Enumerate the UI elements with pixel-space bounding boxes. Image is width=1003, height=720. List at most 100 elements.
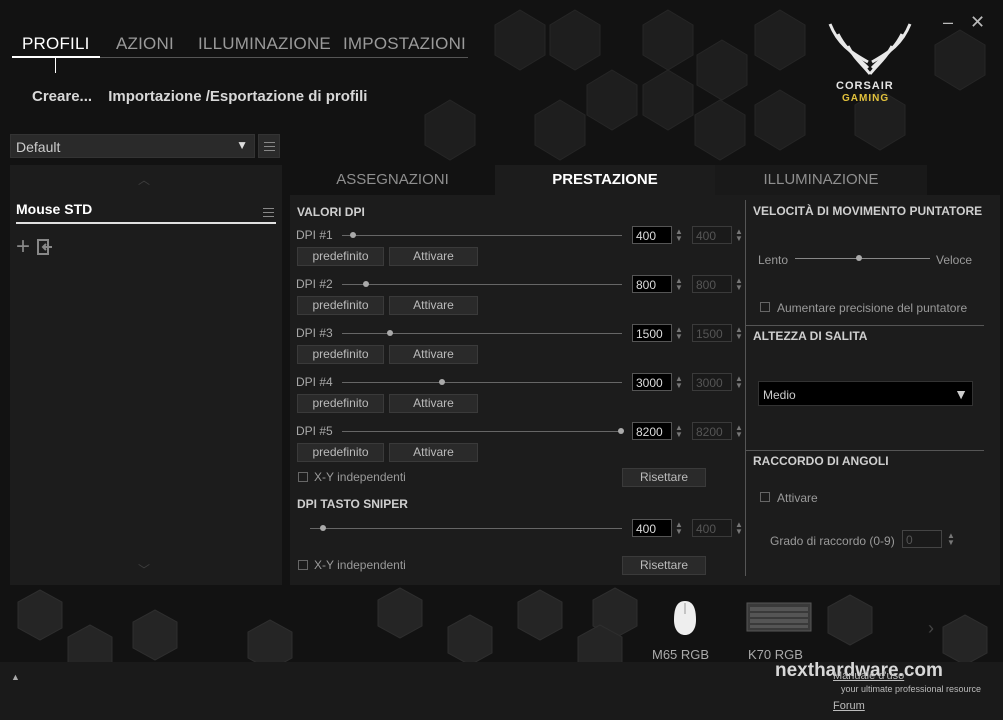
item-menu-icon[interactable] xyxy=(263,208,274,209)
dropdown-arrow-icon: ▼ xyxy=(236,138,248,152)
dpi-slider-knob[interactable] xyxy=(618,428,624,434)
import-export-link[interactable]: Importazione /Esportazione di profili xyxy=(108,88,367,105)
minimize-button[interactable]: – xyxy=(943,12,953,33)
dpi-slider-knob[interactable] xyxy=(363,281,369,287)
dpi-activate-button[interactable]: Attivare xyxy=(389,394,478,413)
dpi-x-stepper-icon[interactable]: ▲ ▼ xyxy=(675,326,683,341)
dpi-slider-track[interactable] xyxy=(342,382,622,383)
scroll-up-chevron-icon[interactable]: ︿ xyxy=(138,171,150,188)
tab-profili[interactable]: PROFILI xyxy=(22,34,90,54)
dpi-y-input: 800 xyxy=(692,275,732,293)
pointer-slow-label: Lento xyxy=(758,253,789,267)
dropdown-arrow-icon: ▼ xyxy=(954,386,968,402)
keyboard-device-icon[interactable] xyxy=(746,602,812,632)
close-button[interactable]: ✕ xyxy=(970,12,985,33)
dpi-default-button[interactable]: predefinito xyxy=(297,394,384,413)
dpi-slider-track[interactable] xyxy=(342,333,622,334)
import-icon[interactable] xyxy=(37,239,53,255)
sniper-xy-checkbox[interactable] xyxy=(298,560,308,570)
pointer-precision-label: Aumentare precisione del puntatore xyxy=(777,301,968,315)
dpi-x-stepper-icon[interactable]: ▲ ▼ xyxy=(675,424,683,439)
dpi-level-label: DPI #5 xyxy=(296,424,333,438)
dpi-slider-track[interactable] xyxy=(342,235,622,236)
angle-degree-input[interactable]: 0 xyxy=(902,530,942,548)
dpi-default-button[interactable]: predefinito xyxy=(297,247,384,266)
manual-link[interactable]: Manuale d'uso xyxy=(833,670,904,682)
device-item-mouse-std[interactable]: Mouse STD xyxy=(16,200,276,224)
sniper-slider-knob[interactable] xyxy=(320,525,326,531)
dpi-x-input[interactable]: 1500 xyxy=(632,324,672,342)
dpi-default-button[interactable]: predefinito xyxy=(297,345,384,364)
dpi-activate-button[interactable]: Attivare xyxy=(389,345,478,364)
dpi-y-stepper-icon: ▲ ▼ xyxy=(735,325,743,341)
create-profile-link[interactable]: Creare... xyxy=(32,88,92,105)
scroll-down-chevron-icon[interactable]: ﹀ xyxy=(138,561,150,578)
logo-text-corsair: CORSAIR xyxy=(836,80,894,92)
item-menu-icon-line xyxy=(263,216,274,217)
section-divider xyxy=(746,325,984,326)
tab-prestazione[interactable]: PRESTAZIONE xyxy=(495,165,715,195)
tab-illuminazione-device[interactable]: ILLUMINAZIONE xyxy=(715,165,927,195)
dpi-values-title: VALORI DPI xyxy=(297,205,365,219)
pointer-speed-knob[interactable] xyxy=(856,255,862,261)
dpi-x-input[interactable]: 400 xyxy=(632,226,672,244)
sniper-x-stepper-icon[interactable]: ▲ ▼ xyxy=(675,521,683,536)
dpi-default-button[interactable]: predefinito xyxy=(297,443,384,462)
dpi-y-input: 400 xyxy=(692,226,732,244)
dpi-x-input[interactable]: 3000 xyxy=(632,373,672,391)
dpi-x-stepper-icon[interactable]: ▲ ▼ xyxy=(675,277,683,292)
dpi-slider-track[interactable] xyxy=(342,284,622,285)
menu-icon-line xyxy=(264,150,275,151)
sniper-xy-label: X-Y independenti xyxy=(314,558,406,572)
pointer-precision-checkbox[interactable] xyxy=(760,302,770,312)
next-device-arrow-icon[interactable]: › xyxy=(928,618,934,639)
dpi-slider-knob[interactable] xyxy=(387,330,393,336)
pointer-speed-track[interactable] xyxy=(795,258,930,259)
lift-height-value: Medio xyxy=(763,388,796,402)
xy-independent-checkbox[interactable] xyxy=(298,472,308,482)
profile-select-value: Default xyxy=(16,139,61,155)
active-tab-pointer xyxy=(55,58,56,73)
angle-degree-label: Grado di raccordo (0-9) xyxy=(770,534,895,548)
dpi-x-stepper-icon[interactable]: ▲ ▼ xyxy=(675,375,683,390)
logo-text-gaming: GAMING xyxy=(842,93,890,104)
dpi-slider-track[interactable] xyxy=(342,431,622,432)
profile-menu-button[interactable] xyxy=(258,134,280,158)
angle-snap-checkbox[interactable] xyxy=(760,492,770,502)
tab-assegnazioni[interactable]: ASSEGNAZIONI xyxy=(290,165,495,195)
section-divider xyxy=(746,450,984,451)
add-icon[interactable]: + xyxy=(16,235,30,259)
tab-illuminazione[interactable]: ILLUMINAZIONE xyxy=(198,34,331,54)
profile-select[interactable]: Default ▼ xyxy=(10,134,255,158)
tab-impostazioni[interactable]: IMPOSTAZIONI xyxy=(343,34,466,54)
sniper-slider-track[interactable] xyxy=(310,528,622,529)
mouse-device-icon[interactable] xyxy=(672,600,698,636)
dpi-y-stepper-icon: ▲ ▼ xyxy=(735,374,743,390)
item-menu-icon-line xyxy=(263,212,274,213)
dpi-level-label: DPI #4 xyxy=(296,375,333,389)
dpi-activate-button[interactable]: Attivare xyxy=(389,443,478,462)
dpi-activate-button[interactable]: Attivare xyxy=(389,247,478,266)
tab-azioni[interactable]: AZIONI xyxy=(116,34,174,54)
corsair-gaming-logo: CORSAIR GAMING xyxy=(820,16,920,110)
active-tab-indicator xyxy=(12,56,100,58)
top-nav: PROFILI AZIONI ILLUMINAZIONE IMPOSTAZION… xyxy=(12,34,468,73)
forum-link[interactable]: Forum xyxy=(833,700,865,712)
lift-height-select[interactable]: Medio ▼ xyxy=(758,381,973,406)
dpi-x-stepper-icon[interactable]: ▲ ▼ xyxy=(675,228,683,243)
dpi-x-input[interactable]: 800 xyxy=(632,275,672,293)
dpi-x-input[interactable]: 8200 xyxy=(632,422,672,440)
sniper-reset-button[interactable]: Risettare xyxy=(622,556,706,575)
dpi-activate-button[interactable]: Attivare xyxy=(389,296,478,315)
angle-degree-stepper-icon[interactable]: ▲ ▼ xyxy=(947,532,955,547)
dpi-reset-button[interactable]: Risettare xyxy=(622,468,706,487)
dpi-y-stepper-icon: ▲ ▼ xyxy=(735,423,743,439)
xy-independent-label: X-Y independenti xyxy=(314,470,406,484)
menu-icon xyxy=(264,142,275,143)
dpi-slider-knob[interactable] xyxy=(439,379,445,385)
expand-up-icon[interactable]: ▲ xyxy=(11,672,20,682)
sniper-x-input[interactable]: 400 xyxy=(632,519,672,537)
dpi-default-button[interactable]: predefinito xyxy=(297,296,384,315)
dpi-y-stepper-icon: ▲ ▼ xyxy=(735,227,743,243)
dpi-slider-knob[interactable] xyxy=(350,232,356,238)
